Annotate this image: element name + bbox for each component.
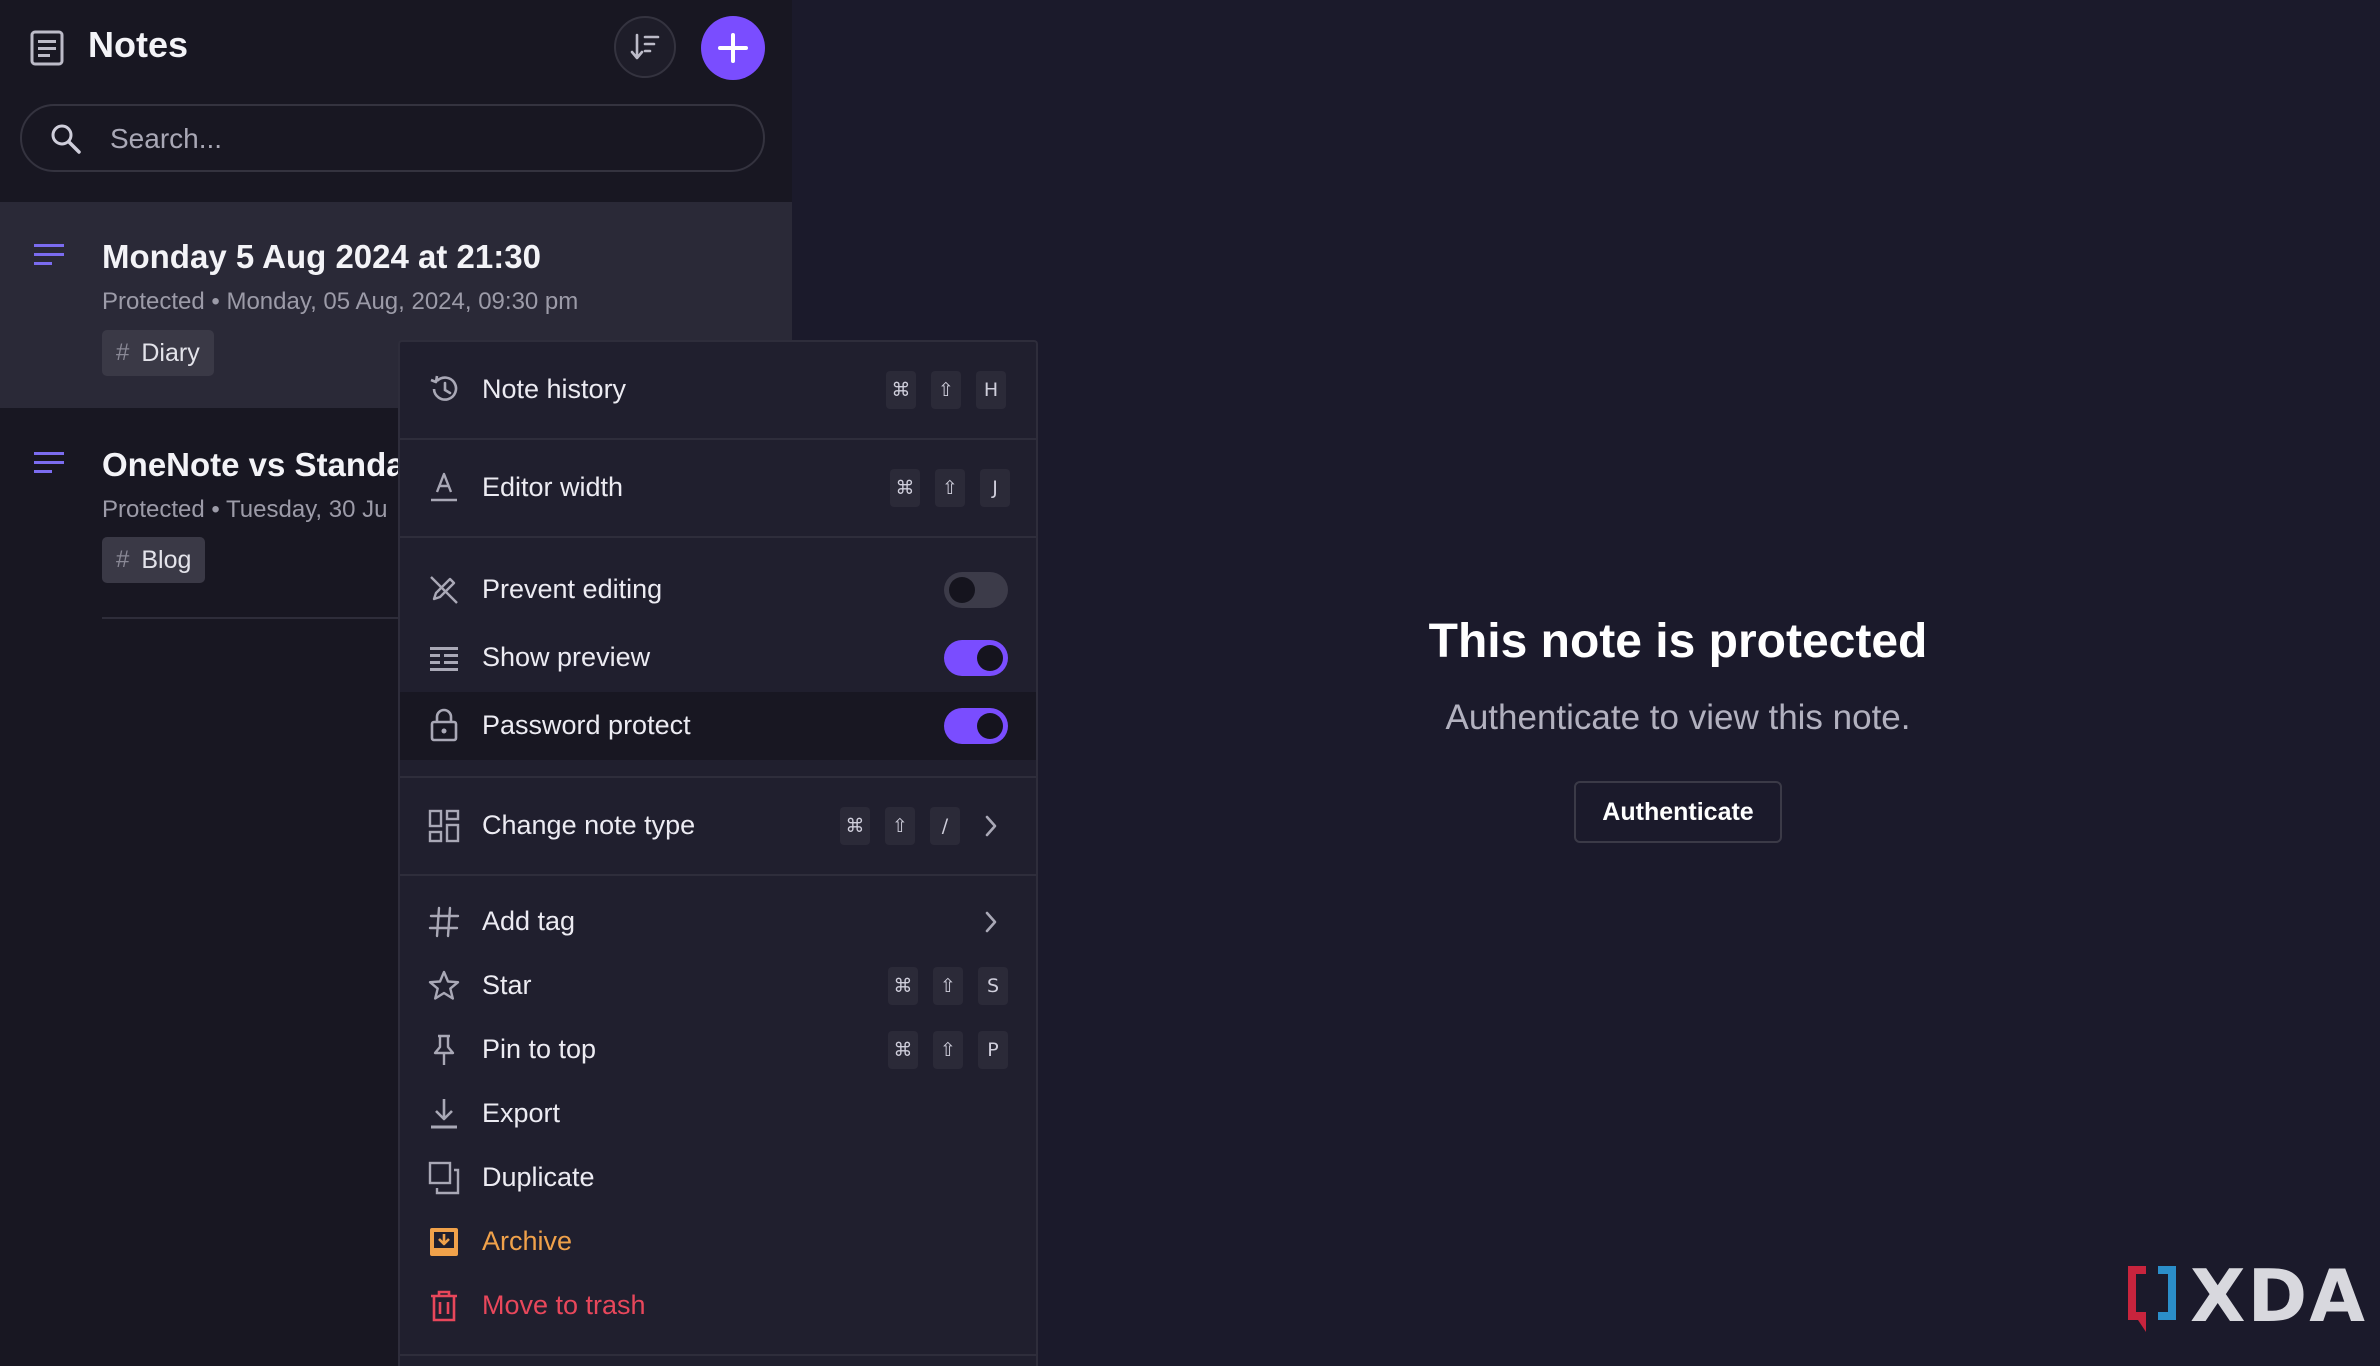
text-width-icon — [431, 472, 457, 502]
menu-item-label: Prevent editing — [482, 574, 663, 604]
protected-title: This note is protected — [1428, 615, 1928, 668]
note-type-icon — [34, 244, 64, 265]
menu-separator — [400, 1354, 1036, 1356]
prevent-editing-toggle[interactable] — [944, 572, 1008, 608]
shortcut-key: / — [930, 807, 960, 845]
preview-icon — [430, 647, 458, 671]
chevron-right-icon — [985, 911, 997, 933]
authenticate-button[interactable]: Authenticate — [1574, 781, 1782, 843]
shortcut-key: ⌘ — [886, 371, 916, 409]
dashboard-icon — [428, 809, 460, 843]
xda-logo: XDA — [2124, 1254, 2365, 1338]
sort-button[interactable] — [614, 16, 676, 78]
page-title: Notes — [88, 24, 189, 65]
menu-item-label: Pin to top — [482, 1034, 597, 1064]
history-icon — [430, 375, 458, 401]
menu-item-pin-to-top[interactable]: Pin to top ⌘ ⇧ P — [400, 1018, 1036, 1082]
menu-item-label: Change note type — [482, 810, 696, 840]
note-options-menu: Note history ⌘ ⇧ H Editor width ⌘ ⇧ J Pr… — [398, 340, 1038, 1366]
shortcut-key: ⌘ — [888, 1031, 918, 1069]
menu-item-editor-width[interactable]: Editor width ⌘ ⇧ J — [400, 440, 1036, 536]
menu-item-label: Move to trash — [482, 1290, 646, 1320]
search-box — [20, 104, 765, 172]
menu-separator — [400, 536, 1036, 538]
menu-item-change-note-type[interactable]: Change note type ⌘ ⇧ / — [400, 778, 1036, 874]
menu-item-label: Add tag — [482, 906, 576, 936]
hash-icon — [428, 906, 460, 938]
menu-item-password-protect[interactable]: Password protect — [400, 692, 1036, 760]
menu-item-note-history[interactable]: Note history ⌘ ⇧ H — [400, 342, 1036, 438]
protected-subtitle: Authenticate to view this note. — [1445, 698, 1911, 737]
shortcut-key: H — [976, 371, 1006, 409]
menu-item-prevent-editing[interactable]: Prevent editing — [400, 556, 1036, 624]
xda-logo-text: XDA — [2190, 1254, 2367, 1338]
star-icon — [428, 970, 460, 1000]
menu-item-archive[interactable]: Archive — [400, 1210, 1036, 1274]
pencil-off-icon — [430, 576, 458, 604]
note-tag-label: Blog — [141, 545, 192, 574]
archive-icon — [430, 1228, 458, 1256]
shortcut-key: ⇧ — [885, 807, 915, 845]
shortcut-key: ⇧ — [933, 967, 963, 1005]
new-note-button[interactable] — [701, 16, 765, 80]
copy-icon — [428, 1161, 460, 1195]
shortcut-key: S — [978, 967, 1008, 1005]
note-tag[interactable]: # Blog — [102, 537, 206, 583]
notes-list-icon — [30, 30, 64, 66]
download-icon — [431, 1099, 457, 1129]
search-input[interactable] — [108, 116, 732, 162]
menu-item-label: Archive — [482, 1226, 573, 1256]
shortcut-key: ⌘ — [840, 807, 870, 845]
pin-icon — [433, 1034, 455, 1065]
show-preview-toggle[interactable] — [944, 640, 1008, 676]
shortcut-key: J — [980, 469, 1010, 507]
sidebar-header: Notes — [0, 0, 792, 96]
menu-item-label: Duplicate — [482, 1162, 595, 1192]
menu-item-move-to-trash[interactable]: Move to trash — [400, 1274, 1036, 1338]
search-icon — [51, 124, 81, 154]
menu-item-label: Password protect — [482, 710, 691, 740]
menu-item-label: Note history — [482, 374, 627, 404]
note-title: Monday 5 Aug 2024 at 21:30 — [102, 238, 541, 275]
note-type-icon — [34, 452, 64, 473]
menu-item-export[interactable]: Export — [400, 1082, 1036, 1146]
shortcut-key: ⇧ — [935, 469, 965, 507]
note-title: OneNote vs Standard — [102, 446, 438, 483]
trash-icon — [431, 1290, 457, 1322]
hash-icon: # — [116, 546, 130, 573]
menu-item-duplicate[interactable]: Duplicate — [400, 1146, 1036, 1210]
note-tag[interactable]: # Diary — [102, 330, 214, 376]
shortcut-key: P — [978, 1031, 1008, 1069]
password-protect-toggle[interactable] — [944, 708, 1008, 744]
note-tag-label: Diary — [141, 338, 200, 367]
menu-separator — [400, 874, 1036, 876]
chevron-right-icon — [985, 815, 997, 837]
menu-item-label: Star — [482, 970, 532, 1000]
note-meta: Protected • Tuesday, 30 Ju — [102, 496, 388, 523]
note-meta: Protected • Monday, 05 Aug, 2024, 09:30 … — [102, 288, 579, 315]
plus-icon — [718, 33, 748, 63]
lock-icon — [430, 708, 458, 742]
xda-bracket-icon — [2128, 1266, 2176, 1332]
sort-icon — [630, 33, 660, 60]
menu-item-show-preview[interactable]: Show preview — [400, 624, 1036, 692]
menu-item-star[interactable]: Star ⌘ ⇧ S — [400, 954, 1036, 1018]
shortcut-key: ⌘ — [888, 967, 918, 1005]
shortcut-key: ⇧ — [931, 371, 961, 409]
menu-item-label: Export — [482, 1098, 561, 1128]
menu-item-add-tag[interactable]: Add tag — [400, 890, 1036, 954]
menu-item-label: Editor width — [482, 472, 624, 502]
hash-icon: # — [116, 339, 130, 366]
shortcut-key: ⌘ — [890, 469, 920, 507]
shortcut-key: ⇧ — [933, 1031, 963, 1069]
menu-item-label: Show preview — [482, 642, 651, 672]
